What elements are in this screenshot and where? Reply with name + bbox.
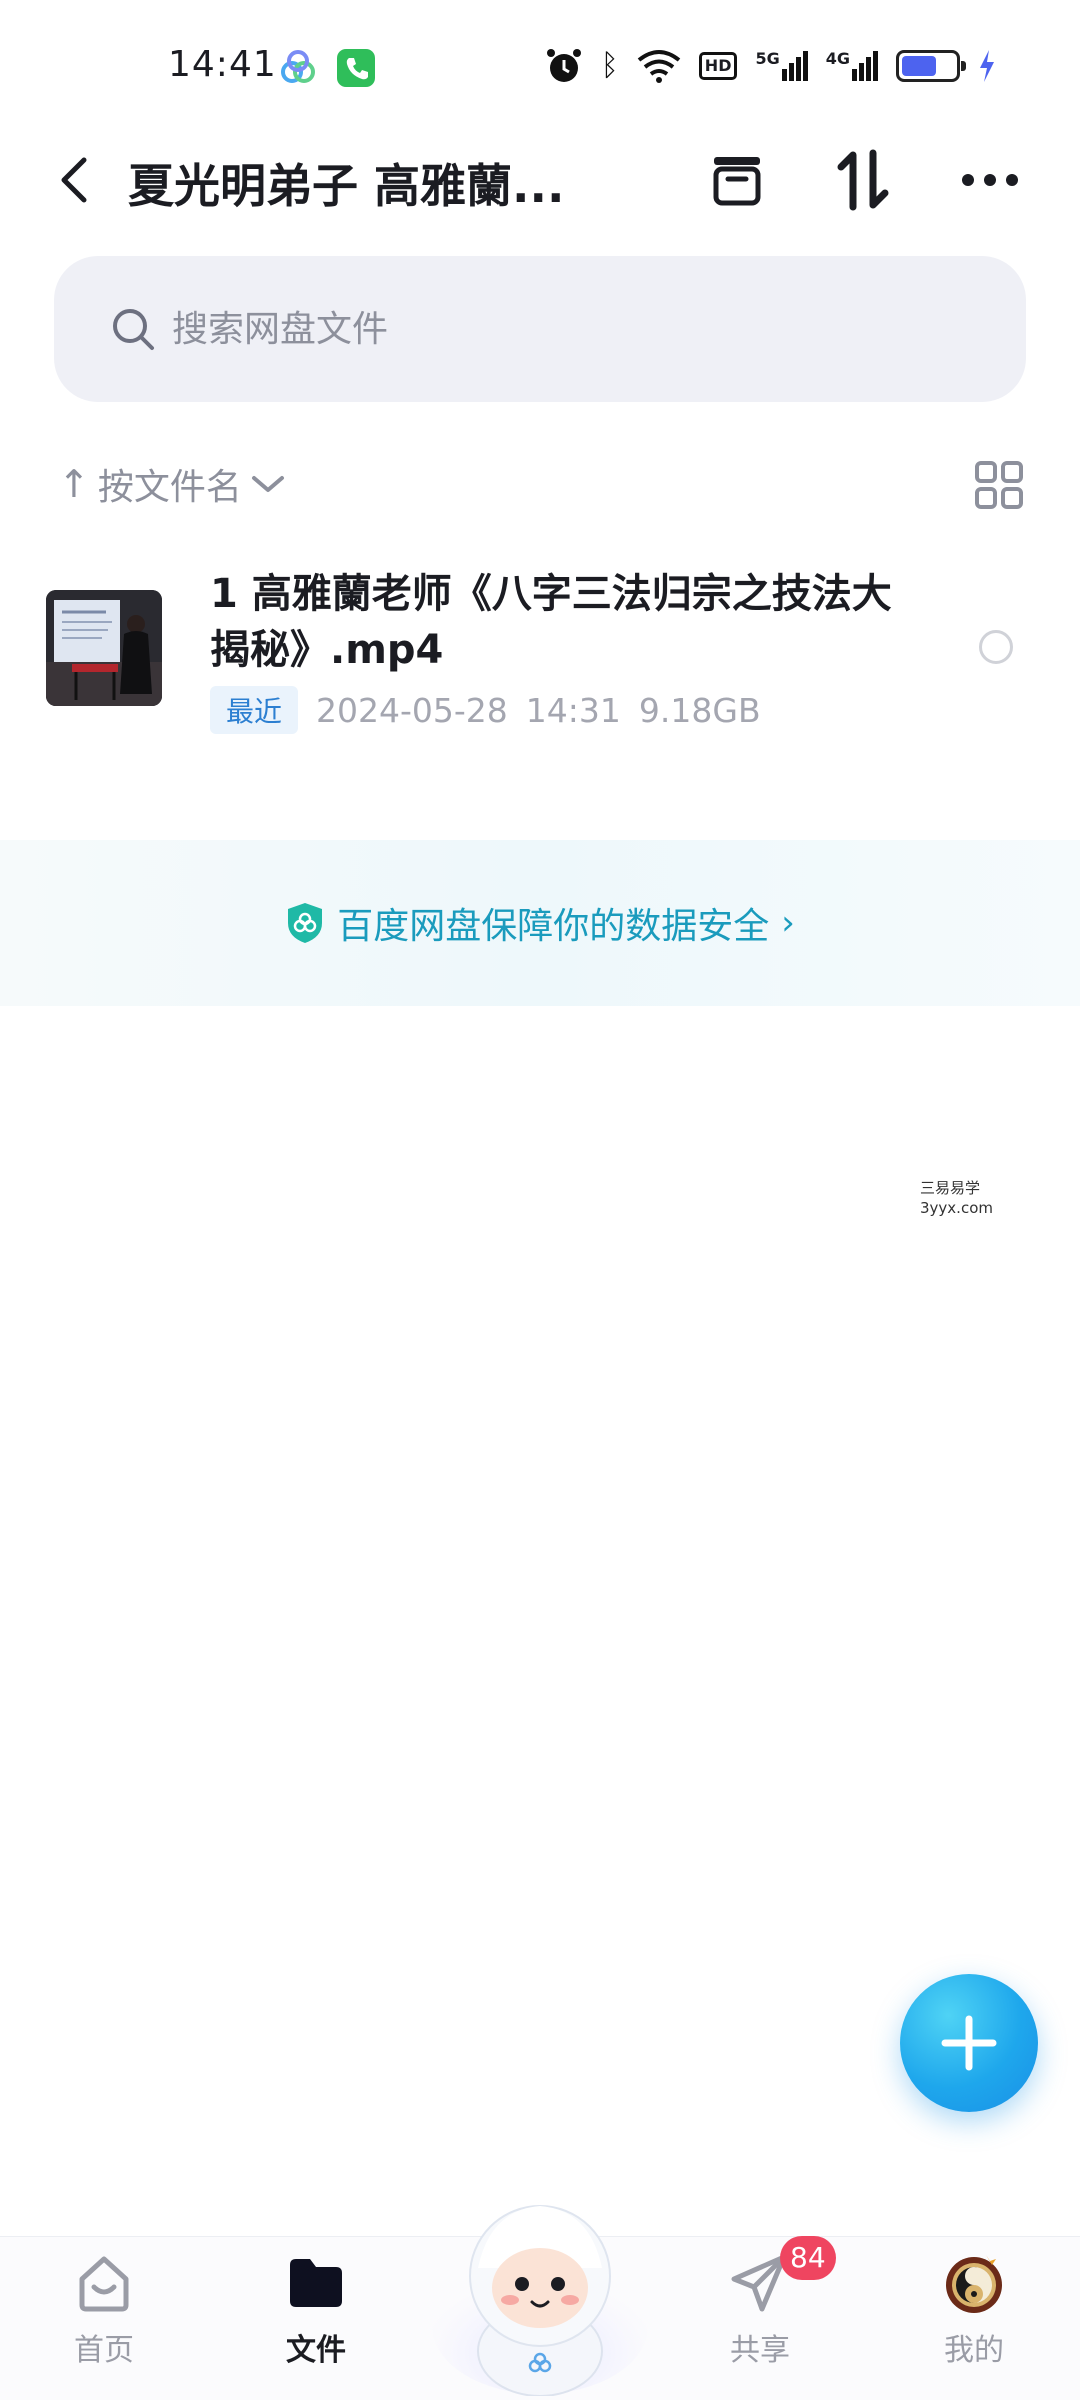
search-bar[interactable] [54, 256, 1026, 402]
watermark-line-1: 三易易学 [920, 1179, 981, 1197]
sort-direction-icon: ↑ [58, 462, 90, 506]
sort-by-name-dropdown[interactable]: ↑ 按文件名 [58, 454, 286, 514]
add-button[interactable] [900, 1974, 1038, 2112]
back-icon[interactable] [50, 152, 100, 208]
page-title: 夏光明弟子 高雅蘭... [128, 159, 565, 213]
avatar [946, 2255, 1002, 2313]
charging-icon [980, 50, 994, 82]
safety-text: 百度网盘保障你的数据安全 [337, 906, 770, 947]
battery-level [902, 56, 936, 76]
nav-item-home[interactable]: 首页 [34, 2251, 174, 2369]
sort-order-button[interactable] [832, 148, 896, 212]
archive-icon [713, 157, 761, 206]
file-list-item[interactable]: 1 高雅蘭老师《八字三法归宗之技法大揭秘》.mp4 最近 2024-05-28 … [0, 556, 1080, 746]
file-size: 9.18GB [638, 690, 761, 730]
archive-button[interactable] [705, 148, 769, 212]
recent-badge: 最近 [210, 686, 299, 734]
plus-icon [941, 2015, 997, 2071]
chevron-right-icon: › [781, 903, 795, 943]
status-time: 14:41 [168, 44, 277, 85]
file-name: 1 高雅蘭老师《八字三法归宗之技法大揭秘》.mp4 [210, 571, 892, 673]
more-button[interactable] [958, 148, 1022, 212]
shield-icon [288, 903, 323, 943]
baidu-netdisk-notification-icon [281, 50, 315, 83]
status-icons: ᛒ HD 5G 4G [545, 46, 996, 86]
file-list-screen: 14:41 ᛒ HD 5G 4G 夏光明弟子 高雅蘭... 搜索网盘文件 ↑ 按… [0, 0, 1080, 2400]
grid-view-icon[interactable] [974, 460, 1024, 510]
search-input[interactable] [172, 296, 952, 362]
chevron-down-icon [251, 476, 284, 492]
alarm-icon [546, 49, 581, 82]
search-icon [113, 309, 154, 350]
file-meta: 最近 2024-05-28 14:31 9.18GB [210, 686, 761, 734]
watermark: 三易易学 3yyx.com [920, 1178, 993, 1218]
signal-4g-icon: 4G [826, 51, 878, 81]
data-safety-banner[interactable]: 百度网盘保障你的数据安全 › [0, 840, 1080, 1006]
folder-icon [290, 2259, 342, 2307]
select-checkbox[interactable] [979, 630, 1013, 664]
sort-order-icon [837, 149, 889, 211]
hd-icon: HD [698, 52, 738, 80]
header: 夏光明弟子 高雅蘭... [0, 130, 1080, 230]
phone-notification-icon [337, 49, 375, 87]
file-time: 14:31 [525, 690, 621, 730]
nav-label-home: 首页 [74, 2333, 134, 2368]
status-bar: 14:41 ᛒ HD 5G 4G [0, 40, 1080, 100]
nav-label-profile: 我的 [944, 2333, 1004, 2368]
share-count-badge: 84 [780, 2236, 836, 2280]
sort-label: 按文件名 [97, 467, 242, 508]
file-date: 2024-05-28 [316, 690, 508, 730]
battery-icon [896, 50, 966, 82]
signal-5g-icon: 5G [755, 51, 808, 81]
more-icon [962, 174, 1018, 186]
nav-label-files: 文件 [286, 2333, 346, 2368]
watermark-line-2: 3yyx.com [920, 1199, 993, 1217]
mascot-assistant-button[interactable] [430, 2176, 650, 2396]
nav-item-profile[interactable]: 我的 [904, 2251, 1044, 2369]
nav-item-files[interactable]: 文件 [246, 2251, 386, 2369]
home-icon [79, 2256, 129, 2312]
nav-label-share: 共享 [730, 2333, 790, 2368]
bluetooth-icon: ᛒ [600, 48, 619, 83]
video-thumbnail [46, 590, 162, 706]
wifi-icon [637, 50, 681, 83]
